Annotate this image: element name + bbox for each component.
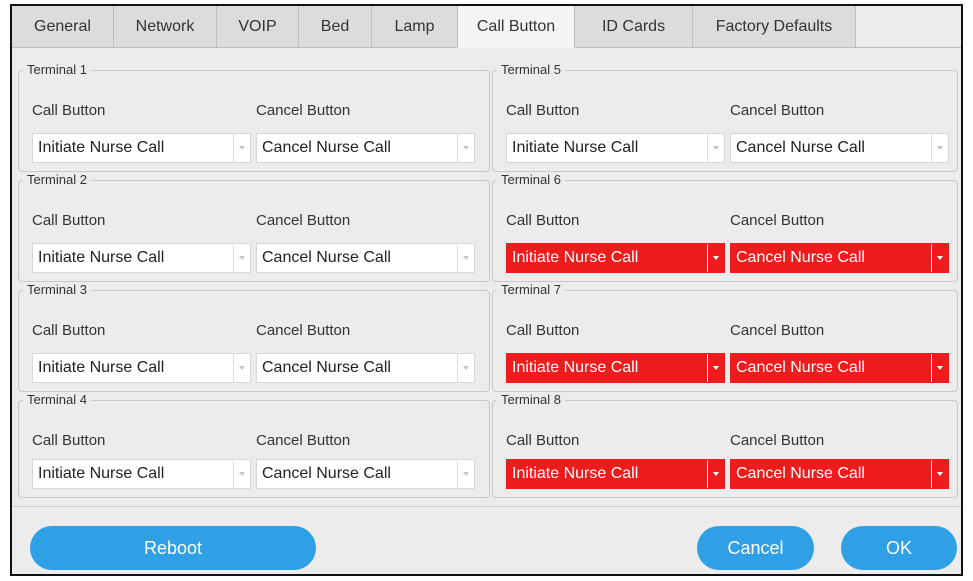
terminal-group-1: Terminal 1 Call Button Cancel Button Ini… (18, 62, 490, 172)
call-button-label: Call Button (506, 432, 580, 449)
call-button-value: Initiate Nurse Call (38, 139, 165, 156)
terminal-title: Terminal 1 (23, 62, 91, 78)
cancel-button-value: Cancel Nurse Call (262, 249, 391, 266)
cancel-button-select[interactable]: Cancel Nurse Call (730, 459, 949, 489)
cancel-button-value: Cancel Nurse Call (262, 359, 391, 376)
cancel-button-select[interactable]: Cancel Nurse Call (256, 243, 475, 273)
call-button-value: Initiate Nurse Call (512, 465, 639, 482)
chevron-down-icon (457, 460, 474, 488)
cancel-button-label: Cancel Button (730, 322, 825, 339)
cancel-button-value: Cancel Nurse Call (736, 359, 865, 376)
cancel-button-value: Cancel Nurse Call (262, 465, 391, 482)
terminal-group-5: Terminal 5 Call Button Cancel Button Ini… (492, 62, 958, 172)
cancel-button-label: Cancel Button (256, 322, 351, 339)
chevron-down-icon (931, 354, 948, 382)
chevron-down-icon (931, 134, 948, 162)
chevron-down-icon (233, 134, 250, 162)
tab-network[interactable]: Network (114, 6, 217, 48)
terminal-title: Terminal 7 (497, 282, 565, 298)
call-button-select[interactable]: Initiate Nurse Call (32, 459, 251, 489)
terminal-title: Terminal 5 (497, 62, 565, 78)
terminal-title: Terminal 8 (497, 392, 565, 408)
cancel-button-select[interactable]: Cancel Nurse Call (730, 243, 949, 273)
call-button-select[interactable]: Initiate Nurse Call (506, 353, 725, 383)
chevron-down-icon (233, 460, 250, 488)
terminal-group-4: Terminal 4 Call Button Cancel Button Ini… (18, 392, 490, 498)
cancel-button-select[interactable]: Cancel Nurse Call (256, 459, 475, 489)
tab-factory-defaults[interactable]: Factory Defaults (693, 6, 856, 48)
cancel-button-label: Cancel Button (256, 212, 351, 229)
action-bar: Reboot Cancel OK (12, 506, 961, 575)
chevron-down-icon (707, 354, 724, 382)
terminal-group-2: Terminal 2 Call Button Cancel Button Ini… (18, 172, 490, 282)
cancel-button-label: Cancel Button (730, 212, 825, 229)
ok-button[interactable]: OK (841, 526, 957, 570)
tab-voip[interactable]: VOIP (217, 6, 299, 48)
chevron-down-icon (931, 244, 948, 272)
cancel-button-value: Cancel Nurse Call (736, 465, 865, 482)
call-button-select[interactable]: Initiate Nurse Call (32, 133, 251, 163)
settings-dialog: General Network VOIP Bed Lamp Call Butto… (10, 4, 963, 576)
chevron-down-icon (233, 354, 250, 382)
tab-lamp[interactable]: Lamp (372, 6, 458, 48)
terminal-title: Terminal 2 (23, 172, 91, 188)
cancel-button-select[interactable]: Cancel Nurse Call (256, 133, 475, 163)
cancel-button-value: Cancel Nurse Call (262, 139, 391, 156)
cancel-button-label: Cancel Button (256, 432, 351, 449)
call-button-select[interactable]: Initiate Nurse Call (32, 243, 251, 273)
tab-bed[interactable]: Bed (299, 6, 372, 48)
chevron-down-icon (457, 134, 474, 162)
terminal-title: Terminal 4 (23, 392, 91, 408)
call-button-select[interactable]: Initiate Nurse Call (506, 459, 725, 489)
tab-bar: General Network VOIP Bed Lamp Call Butto… (12, 6, 961, 48)
chevron-down-icon (233, 244, 250, 272)
chevron-down-icon (457, 354, 474, 382)
call-button-select[interactable]: Initiate Nurse Call (32, 353, 251, 383)
cancel-button-select[interactable]: Cancel Nurse Call (730, 133, 949, 163)
call-button-label: Call Button (32, 102, 106, 119)
chevron-down-icon (707, 244, 724, 272)
cancel-button-value: Cancel Nurse Call (736, 139, 865, 156)
terminal-group-3: Terminal 3 Call Button Cancel Button Ini… (18, 282, 490, 392)
call-button-value: Initiate Nurse Call (38, 359, 165, 376)
call-button-label: Call Button (506, 322, 580, 339)
call-button-value: Initiate Nurse Call (512, 139, 639, 156)
call-button-value: Initiate Nurse Call (512, 359, 639, 376)
call-button-value: Initiate Nurse Call (38, 465, 165, 482)
chevron-down-icon (931, 460, 948, 488)
terminal-title: Terminal 6 (497, 172, 565, 188)
cancel-button[interactable]: Cancel (697, 526, 814, 570)
call-button-select[interactable]: Initiate Nurse Call (506, 243, 725, 273)
reboot-button[interactable]: Reboot (30, 526, 316, 570)
call-button-label: Call Button (32, 322, 106, 339)
cancel-button-label: Cancel Button (256, 102, 351, 119)
tab-call-button[interactable]: Call Button (458, 6, 575, 48)
chevron-down-icon (707, 460, 724, 488)
tab-general[interactable]: General (12, 6, 114, 48)
cancel-button-select[interactable]: Cancel Nurse Call (730, 353, 949, 383)
cancel-button-value: Cancel Nurse Call (736, 249, 865, 266)
call-button-value: Initiate Nurse Call (38, 249, 165, 266)
terminal-group-8: Terminal 8 Call Button Cancel Button Ini… (492, 392, 958, 498)
call-button-label: Call Button (506, 212, 580, 229)
call-button-label: Call Button (506, 102, 580, 119)
tab-bar-filler (856, 6, 961, 48)
call-button-select[interactable]: Initiate Nurse Call (506, 133, 725, 163)
tab-id-cards[interactable]: ID Cards (575, 6, 693, 48)
chevron-down-icon (707, 134, 724, 162)
call-button-label: Call Button (32, 432, 106, 449)
chevron-down-icon (457, 244, 474, 272)
cancel-button-select[interactable]: Cancel Nurse Call (256, 353, 475, 383)
terminal-group-7: Terminal 7 Call Button Cancel Button Ini… (492, 282, 958, 392)
call-button-label: Call Button (32, 212, 106, 229)
terminal-group-6: Terminal 6 Call Button Cancel Button Ini… (492, 172, 958, 282)
cancel-button-label: Cancel Button (730, 432, 825, 449)
call-button-value: Initiate Nurse Call (512, 249, 639, 266)
terminal-title: Terminal 3 (23, 282, 91, 298)
cancel-button-label: Cancel Button (730, 102, 825, 119)
